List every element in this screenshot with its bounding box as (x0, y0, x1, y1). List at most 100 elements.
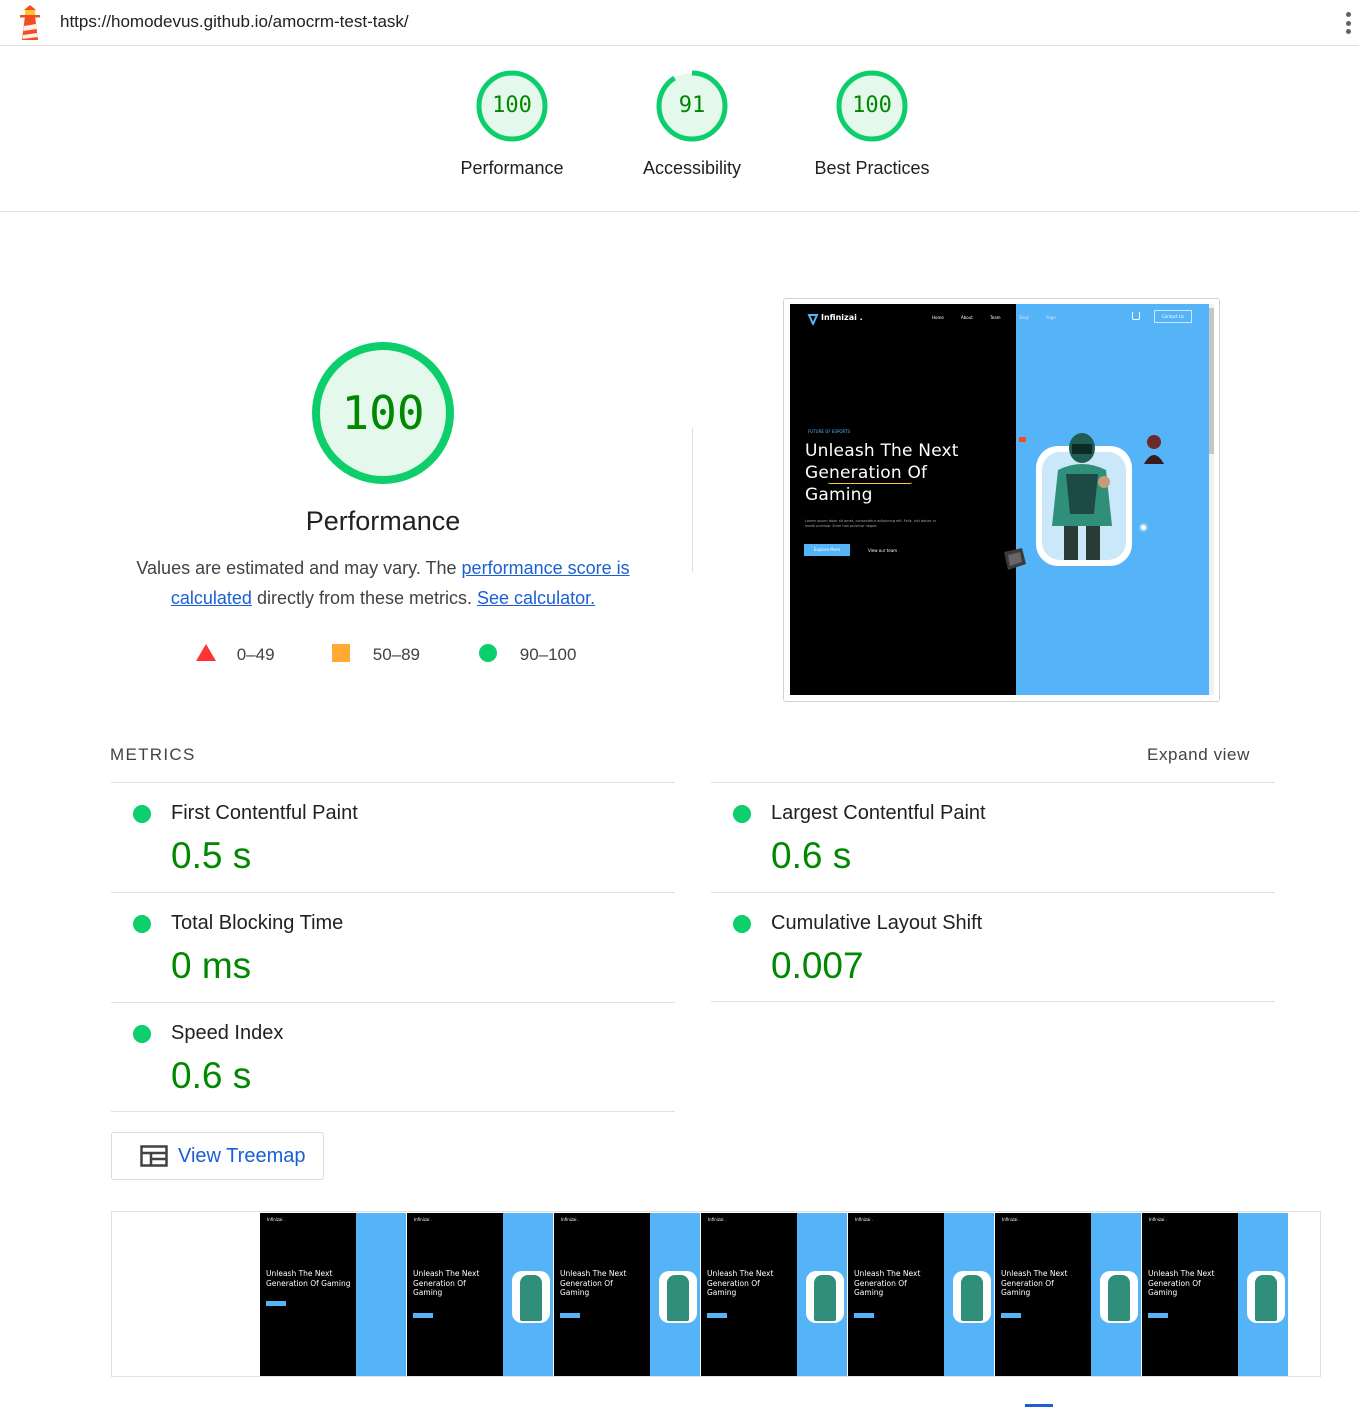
explore-button: Explore More (804, 544, 850, 556)
page-url[interactable]: https://homodevus.github.io/amocrm-test-… (60, 12, 409, 32)
legend-fail: 0–49 (196, 644, 275, 666)
headline-underline (828, 482, 912, 484)
frame-explore-button (1148, 1313, 1168, 1318)
desc-text: directly from these metrics. (251, 588, 478, 608)
frame-character (1108, 1275, 1130, 1321)
legend-range: 50–89 (372, 645, 421, 664)
summary-score: 100 (492, 93, 532, 118)
divider (711, 1001, 1275, 1002)
hero-headline: Unleash The Next Generation Of Gaming (805, 440, 959, 506)
expand-view-toggle[interactable]: Expand view (1147, 745, 1250, 765)
frame-brand: Infinizai . (855, 1217, 874, 1222)
brand-name: Infinizai . (821, 313, 863, 322)
metric-name: Speed Index (171, 1022, 284, 1044)
more-vert-icon[interactable] (1340, 10, 1356, 36)
score-summary: 100 Performance 91 Accessibility 100 Bes… (0, 46, 1359, 212)
metric-value: 0.5 s (171, 835, 252, 876)
frame-headline: Unleash The Next Generation Of Gaming (1148, 1269, 1215, 1297)
preview-scrollbar[interactable] (1209, 304, 1214, 695)
nav-shop: Shop (1019, 315, 1030, 320)
pass-circle-icon (133, 915, 151, 933)
frame-character (1255, 1275, 1277, 1321)
metric-value: 0 ms (171, 945, 252, 986)
filmstrip-frame: Infinizai . Unleash The Next Generation Of… (701, 1213, 847, 1376)
nav-about: About (961, 315, 973, 320)
view-treemap-button[interactable]: View Treemap (111, 1132, 324, 1180)
nav-page: Page (1046, 315, 1056, 320)
frame-headline: Unleash The Next Generation Of Gaming (560, 1269, 627, 1297)
nav-home: Home (932, 315, 944, 320)
frame-hero-card (953, 1271, 991, 1323)
triangle-icon (196, 644, 216, 661)
frame-explore-button (1001, 1313, 1021, 1318)
legend-range: 0–49 (236, 645, 275, 664)
see-calculator-link[interactable]: See calculator. (477, 588, 595, 608)
frame-brand: Infinizai . (561, 1217, 580, 1222)
slider-dot-icon (1139, 523, 1148, 532)
body-line: morbi pulvinar. Enim non pulvinar neque. (805, 524, 878, 528)
hero-body: Lorem ipsum dolor sit amet, consectetur … (805, 519, 936, 529)
frame-explore-button (560, 1313, 580, 1318)
frame-character (961, 1275, 983, 1321)
frame-character (667, 1275, 689, 1321)
frame-headline: Unleash The Next Generation Of Gaming (266, 1269, 351, 1288)
summary-label: Accessibility (642, 158, 742, 178)
frame-hero-card (806, 1271, 844, 1323)
frame-explore-button (854, 1313, 874, 1318)
filmstrip-frame: Infinizai . Unleash The Next Generation Of… (1142, 1213, 1288, 1376)
headline-line: Gaming (805, 485, 873, 505)
frame-brand: Infinizai . (1149, 1217, 1168, 1222)
filmstrip: Infinizai . Unleash The Next Generation Of… (111, 1211, 1321, 1377)
view-treemap-label: View Treemap (178, 1145, 306, 1167)
divider (692, 428, 693, 572)
metric-cumulative-layout-shift: Cumulative Layout Shift 0.007 (711, 893, 1275, 1003)
filmstrip-frame: Infinizai . Unleash The Next Generation Of… (554, 1213, 700, 1376)
summary-score: 91 (678, 93, 706, 118)
metric-name: Largest Contentful Paint (771, 802, 986, 824)
pass-circle-icon (733, 915, 751, 933)
performance-description: Values are estimated and may vary. The p… (120, 553, 646, 613)
frame-headline: Unleash The Next Generation Of Gaming (413, 1269, 480, 1297)
frame-headline: Unleash The Next Generation Of Gaming (1001, 1269, 1068, 1297)
metric-value: 0.007 (771, 945, 864, 986)
filmstrip-frame: Infinizai . Unleash The Next Generation Of… (848, 1213, 994, 1376)
metric-speed-index: Speed Index 0.6 s (111, 1003, 675, 1113)
square-icon (332, 644, 350, 662)
device-image (1004, 548, 1026, 570)
metric-first-contentful-paint: First Contentful Paint 0.5 s (111, 783, 675, 893)
frame-character (520, 1275, 542, 1321)
filmstrip-frame (113, 1213, 259, 1376)
final-screenshot: Infinizai . Home About Team Shop Page Co… (790, 304, 1209, 695)
view-team-link: View our team (868, 548, 898, 553)
frame-brand: Infinizai . (708, 1217, 727, 1222)
frame-brand: Infinizai . (1002, 1217, 1021, 1222)
performance-title: Performance (305, 506, 461, 536)
frame-hero-card (1100, 1271, 1138, 1323)
treemap-icon (140, 1145, 168, 1167)
summary-best-practices[interactable]: 100 Best Practices (792, 68, 952, 179)
summary-label: Best Practices (814, 158, 930, 178)
pass-circle-icon (133, 805, 151, 823)
frame-hero-card (1247, 1271, 1285, 1323)
performance-score: 100 (341, 386, 425, 440)
metric-name: Total Blocking Time (171, 912, 344, 934)
metric-value: 0.6 s (171, 1055, 252, 1096)
circle-icon (479, 644, 497, 662)
summary-accessibility[interactable]: 91 Accessibility (612, 68, 772, 179)
lighthouse-icon (20, 5, 40, 40)
summary-performance[interactable]: 100 Performance (432, 68, 592, 179)
frame-headline: Unleash The Next Generation Of Gaming (854, 1269, 921, 1297)
legend-average: 50–89 (332, 644, 420, 666)
frame-explore-button (266, 1301, 286, 1306)
hero-character-image (1052, 433, 1112, 560)
filmstrip-frame: Infinizai . Unleash The Next Generation Of… (260, 1213, 406, 1376)
headline-line: Generation Of (805, 463, 928, 483)
frame-explore-button (707, 1313, 727, 1318)
summary-score: 100 (852, 93, 892, 118)
frame-explore-button (413, 1313, 433, 1318)
metric-value: 0.6 s (771, 835, 852, 876)
filmstrip-frame: Infinizai . Unleash The Next Generation Of… (407, 1213, 553, 1376)
contact-button: Contact Us (1154, 310, 1192, 323)
avatar-small-image (1144, 435, 1164, 464)
cart-icon (1132, 312, 1140, 320)
